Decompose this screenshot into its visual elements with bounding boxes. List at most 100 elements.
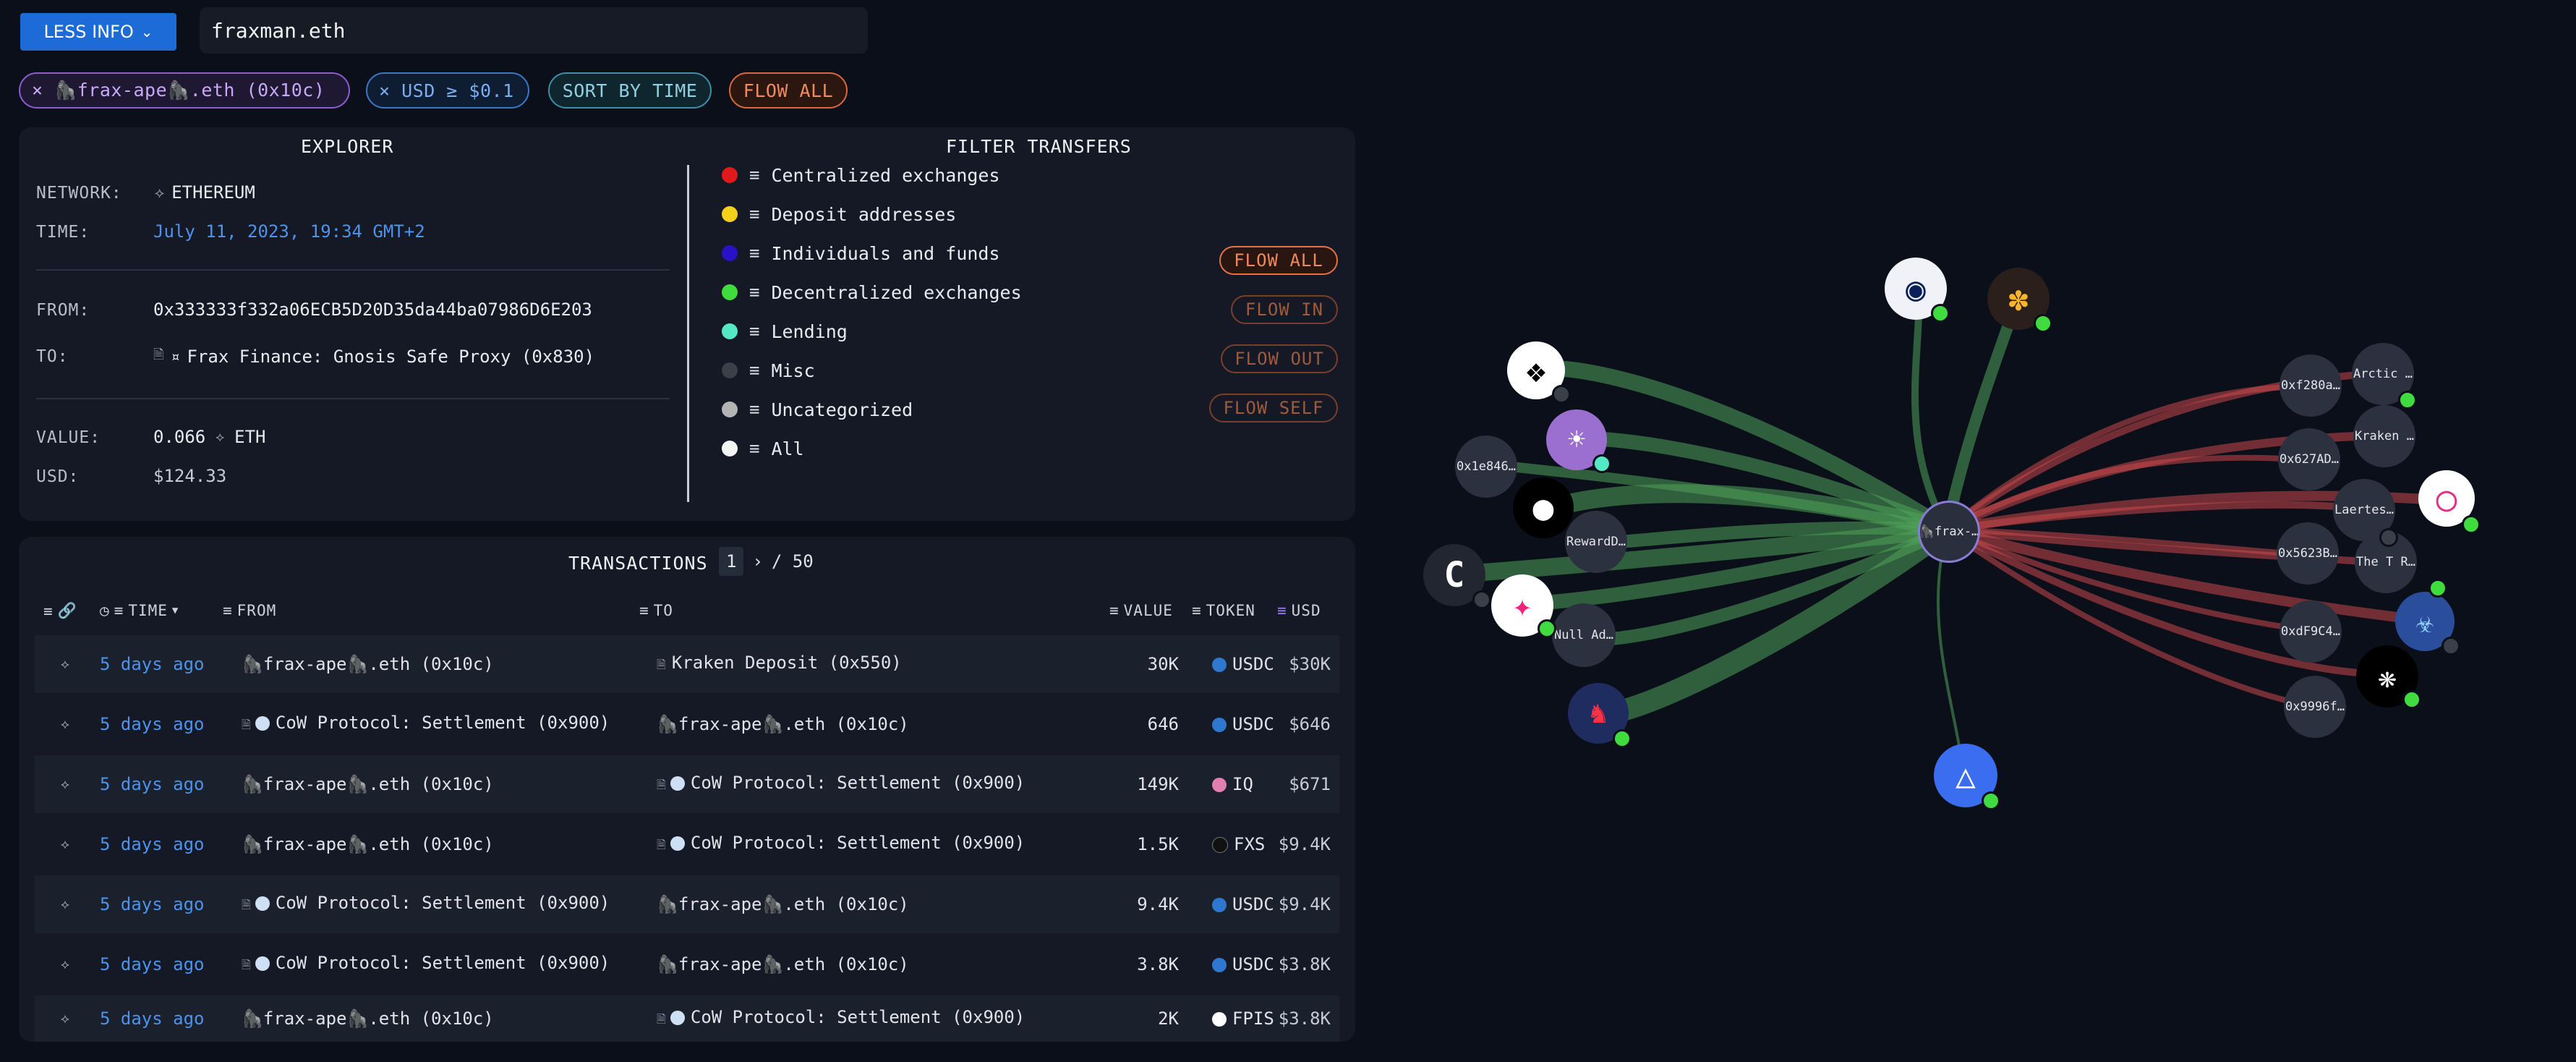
expand-icon[interactable]: ⟡ xyxy=(61,657,69,672)
table-row[interactable]: ⟡ 5 days ago 🦍frax-ape🦍.eth (0x10c) 🗎 CoW… xyxy=(35,995,1339,1042)
from-cell[interactable]: 🦍frax-ape🦍.eth (0x10c) xyxy=(242,1008,494,1029)
to-name: CoW Protocol: Settlement (0x900) xyxy=(690,832,1025,853)
expand-icon[interactable]: ⟡ xyxy=(61,1011,69,1027)
node-0x5623[interactable]: 0x5623B… xyxy=(2277,522,2339,585)
node-kraken[interactable]: Kraken … xyxy=(2353,405,2415,467)
node-0x627[interactable]: 0x627AD… xyxy=(2278,428,2340,490)
flow-out-button[interactable]: FLOW OUT xyxy=(1221,344,1338,373)
table-row[interactable]: ⟡ 5 days ago 🗎 CoW Protocol: Settlement (… xyxy=(35,695,1339,753)
table-row[interactable]: ⟡ 5 days ago 🦍frax-ape🦍.eth (0x10c) 🗎 Kra… xyxy=(35,635,1339,693)
page-input[interactable]: 1 xyxy=(719,547,744,576)
address-filter-chip[interactable]: × 🦍‍frax-ape🦍.eth (0x10c) xyxy=(19,72,350,109)
time-cell[interactable]: 5 days ago xyxy=(100,774,205,794)
time-cell[interactable]: 5 days ago xyxy=(100,894,205,914)
explorer-title: EXPLORER xyxy=(301,136,394,157)
link-icon[interactable]: 🔗 xyxy=(58,602,77,620)
sort-by-time-chip[interactable]: SORT BY TIME xyxy=(548,72,712,109)
flow-in-button[interactable]: FLOW IN xyxy=(1231,295,1338,324)
filter-item-misc[interactable]: ≡ Misc xyxy=(722,356,1022,385)
to-cell[interactable]: 🗎 CoW Protocol: Settlement (0x900) xyxy=(657,1007,1025,1031)
pink-ring-icon: ◯ xyxy=(2436,479,2457,518)
column-label-from: FROM xyxy=(236,602,277,619)
center-node[interactable]: 🦍frax-… xyxy=(1918,501,1980,563)
next-page-icon[interactable]: › xyxy=(752,551,762,572)
from-cell[interactable]: 🗎 CoW Protocol: Settlement (0x900) xyxy=(242,893,610,917)
column-header-to[interactable]: ≡ TO xyxy=(639,602,673,619)
column-filter-controls[interactable]: ≡ 🔗 xyxy=(43,602,77,620)
to-address[interactable]: 🗎 ¤ Frax Finance: Gnosis Safe Proxy (0x8… xyxy=(153,346,594,368)
divider xyxy=(36,269,670,271)
less-info-button[interactable]: LESS INFO ⌄ xyxy=(20,13,176,51)
flow-all-button[interactable]: FLOW ALL xyxy=(1219,246,1338,275)
column-header-time[interactable]: ◷ ≡ TIME ▼ xyxy=(100,602,179,619)
filter-item-centralized-exchanges[interactable]: ≡ Centralized exchanges xyxy=(722,161,1022,190)
category-dot xyxy=(722,323,738,339)
table-row[interactable]: ⟡ 5 days ago 🗎 CoW Protocol: Settlement (… xyxy=(35,935,1339,993)
flow-self-button[interactable]: FLOW SELF xyxy=(1209,394,1338,422)
time-cell[interactable]: 5 days ago xyxy=(100,954,205,974)
node-elephant[interactable]: ● xyxy=(1513,477,1574,538)
time-cell[interactable]: 5 days ago xyxy=(100,1008,205,1029)
flow-all-chip[interactable]: FLOW ALL xyxy=(729,72,848,109)
to-cell[interactable]: 🗎 CoW Protocol: Settlement (0x900) xyxy=(657,773,1025,796)
usdc-icon xyxy=(1212,898,1227,912)
filter-icon[interactable]: ≡ xyxy=(43,603,54,620)
usd-cell: $3.8K xyxy=(1278,1008,1331,1029)
node-0x9996[interactable]: 0x9996f… xyxy=(2284,676,2346,738)
from-cell[interactable]: 🦍frax-ape🦍.eth (0x10c) xyxy=(242,774,494,794)
node-null-address[interactable]: Null Ad… xyxy=(1552,603,1616,667)
column-header-usd[interactable]: ≡ USD xyxy=(1277,602,1321,619)
filter-icon: ≡ xyxy=(114,602,124,619)
filter-icon: ≡ xyxy=(1109,602,1119,619)
filter-icon: ≡ xyxy=(749,321,760,341)
from-cell[interactable]: 🗎 CoW Protocol: Settlement (0x900) xyxy=(242,713,610,736)
filter-item-uncategorized[interactable]: ≡ Uncategorized xyxy=(722,395,1022,424)
to-cell[interactable]: 🗎 CoW Protocol: Settlement (0x900) xyxy=(657,833,1025,857)
table-row[interactable]: ⟡ 5 days ago 🗎 CoW Protocol: Settlement (… xyxy=(35,875,1339,933)
expand-icon[interactable]: ⟡ xyxy=(61,837,69,852)
filter-label: All xyxy=(771,438,804,459)
address-filter-label: × 🦍‍frax-ape🦍.eth (0x10c) xyxy=(32,80,325,101)
from-cell[interactable]: 🦍frax-ape🦍.eth (0x10c) xyxy=(242,834,494,854)
column-header-value[interactable]: ≡ VALUE xyxy=(1109,602,1173,619)
filter-item-individuals-and-funds[interactable]: ≡ Individuals and funds xyxy=(722,239,1022,268)
time-cell[interactable]: 5 days ago xyxy=(100,714,205,734)
contract-icon: 🗎 xyxy=(657,837,666,851)
chevron-down-icon: ⌄ xyxy=(140,23,153,41)
iq-icon xyxy=(1212,778,1227,792)
node-0x1e84[interactable]: 0x1e846… xyxy=(1455,436,1517,498)
node-label: Laertes… xyxy=(2334,503,2394,517)
filter-item-lending[interactable]: ≡ Lending xyxy=(722,317,1022,346)
column-header-token[interactable]: ≡ TOKEN xyxy=(1192,602,1255,619)
to-cell[interactable]: 🦍frax-ape🦍.eth (0x10c) xyxy=(657,894,909,914)
time-cell[interactable]: 5 days ago xyxy=(100,654,205,674)
to-cell[interactable]: 🗎 Kraken Deposit (0x550) xyxy=(657,653,902,676)
time-value[interactable]: July 11, 2023, 19:34 GMT+2 xyxy=(153,221,425,242)
contract-icon: 🗎 xyxy=(657,657,666,671)
to-cell[interactable]: 🦍frax-ape🦍.eth (0x10c) xyxy=(657,954,909,974)
node-rewardd[interactable]: RewardD… xyxy=(1565,511,1627,573)
usd-filter-chip[interactable]: × USD ≥ $0.1 xyxy=(366,72,529,109)
node-label: Arctic … xyxy=(2353,367,2413,381)
expand-icon[interactable]: ⟡ xyxy=(61,717,69,732)
search-input[interactable] xyxy=(200,7,868,54)
filter-item-all[interactable]: ≡ All xyxy=(722,434,1022,463)
filter-item-decentralized-exchanges[interactable]: ≡ Decentralized exchanges xyxy=(722,278,1022,307)
filter-item-deposit-addresses[interactable]: ≡ Deposit addresses xyxy=(722,200,1022,229)
node-0xdf9[interactable]: 0xdF9C4… xyxy=(2279,600,2342,663)
table-row[interactable]: ⟡ 5 days ago 🦍frax-ape🦍.eth (0x10c) 🗎 CoW… xyxy=(35,755,1339,813)
table-row[interactable]: ⟡ 5 days ago 🦍frax-ape🦍.eth (0x10c) 🗎 CoW… xyxy=(35,815,1339,873)
expand-icon[interactable]: ⟡ xyxy=(61,897,69,912)
column-label-value: VALUE xyxy=(1123,602,1173,619)
to-cell[interactable]: 🦍frax-ape🦍.eth (0x10c) xyxy=(657,714,909,734)
token-cell: FPIS xyxy=(1212,1008,1274,1029)
filter-icon: ≡ xyxy=(749,243,760,263)
column-header-from[interactable]: ≡ FROM xyxy=(223,602,276,619)
from-cell[interactable]: 🗎 CoW Protocol: Settlement (0x900) xyxy=(242,953,610,977)
expand-icon[interactable]: ⟡ xyxy=(61,777,69,792)
from-cell[interactable]: 🦍frax-ape🦍.eth (0x10c) xyxy=(242,654,494,674)
time-cell[interactable]: 5 days ago xyxy=(100,834,205,854)
expand-icon[interactable]: ⟡ xyxy=(61,957,69,972)
node-0xf280[interactable]: 0xf280a… xyxy=(2279,354,2342,417)
from-address[interactable]: 0x333333f332a06ECB5D20D35da44ba07986D6E2… xyxy=(153,300,592,320)
